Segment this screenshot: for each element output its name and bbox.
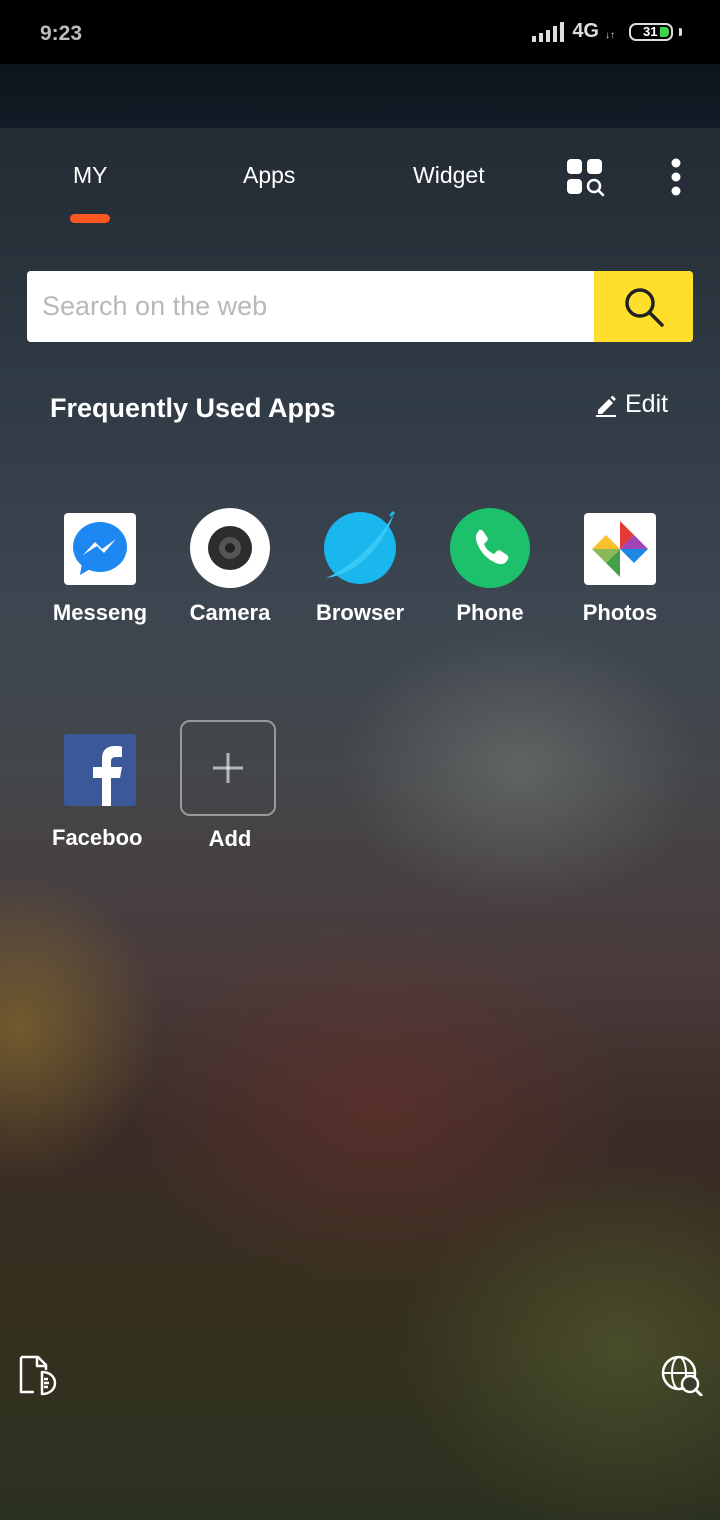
battery-icon: 31 <box>629 22 673 41</box>
status-time: 9:23 <box>40 22 83 45</box>
app-browser[interactable]: Browser <box>295 508 425 648</box>
app-label: Messeng <box>52 600 148 625</box>
wallpaper-strip <box>0 64 720 128</box>
messenger-icon <box>64 513 136 585</box>
status-indicators: 4G ↓↑ 31 <box>532 20 682 43</box>
battery-fill <box>660 26 669 37</box>
plus-icon <box>213 753 243 783</box>
app-search-icon[interactable] <box>566 158 606 198</box>
app-photos[interactable]: Photos <box>555 508 685 648</box>
tab-widget[interactable]: Widget <box>413 162 485 189</box>
document-icon[interactable] <box>18 1354 58 1396</box>
facebook-icon <box>64 734 136 806</box>
app-label: Faceboo <box>52 825 143 850</box>
network-activity: ↓↑ <box>605 30 615 41</box>
add-box <box>180 720 276 816</box>
add-app-button[interactable]: Add <box>180 720 280 860</box>
status-bar: 9:23 4G ↓↑ 31 <box>0 0 720 64</box>
camera-icon <box>190 508 270 588</box>
app-facebook[interactable]: Faceboo <box>35 733 165 873</box>
battery-nub <box>679 27 682 36</box>
app-label: Phone <box>456 600 524 625</box>
web-search-bar <box>27 271 693 342</box>
edit-button[interactable]: Edit <box>595 390 668 419</box>
tab-my[interactable]: MY <box>73 162 108 189</box>
app-camera[interactable]: Camera <box>165 508 295 648</box>
section-title: Frequently Used Apps <box>50 393 336 423</box>
search-icon <box>624 287 664 327</box>
tab-apps[interactable]: Apps <box>243 162 295 189</box>
app-messenger[interactable]: Messeng <box>35 508 165 648</box>
photos-icon <box>584 513 656 585</box>
active-tab-indicator <box>70 214 110 223</box>
search-button[interactable] <box>594 271 693 342</box>
tab-bar: MY Apps Widget <box>0 128 720 238</box>
search-input[interactable] <box>27 271 594 342</box>
browser-icon <box>324 510 396 584</box>
network-type: 4G <box>572 20 599 42</box>
battery-level: 31 <box>643 24 658 39</box>
more-options-icon[interactable] <box>668 158 684 198</box>
edit-label: Edit <box>625 390 669 418</box>
app-phone[interactable]: Phone <box>425 508 555 648</box>
launcher-panel: MY Apps Widget Frequently Used Apps <box>0 128 720 1520</box>
app-label: Camera <box>189 600 271 625</box>
phone-icon <box>450 508 530 588</box>
add-label: Add <box>208 826 252 851</box>
app-label: Photos <box>582 600 658 625</box>
signal-icon <box>532 21 565 42</box>
web-search-icon[interactable] <box>660 1354 704 1396</box>
pencil-icon <box>596 395 616 417</box>
app-label: Browser <box>315 600 405 625</box>
